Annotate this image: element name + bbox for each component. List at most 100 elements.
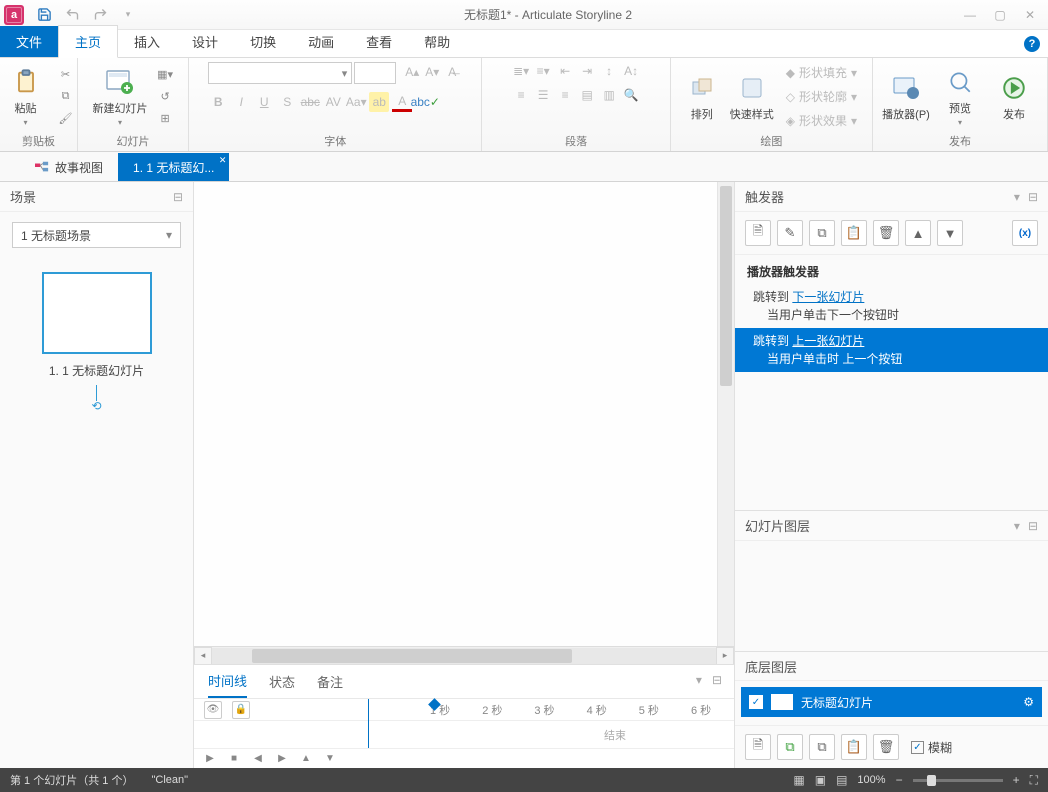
font-size-combo[interactable] bbox=[354, 62, 396, 84]
zoom-out-icon[interactable]: − bbox=[896, 773, 903, 787]
layers-undock-icon[interactable]: ⊟ bbox=[1028, 519, 1038, 533]
tab-notes[interactable]: 备注 bbox=[317, 666, 343, 697]
scroll-thumb[interactable] bbox=[252, 649, 572, 663]
zoom-slider[interactable] bbox=[913, 779, 1003, 782]
base-layer-row[interactable]: ✓ 无标题幻灯片 ⚙ bbox=[741, 687, 1042, 717]
bold-icon[interactable]: B bbox=[208, 92, 228, 112]
tab-animation[interactable]: 动画 bbox=[292, 26, 350, 57]
close-tab-icon[interactable]: ✕ bbox=[219, 155, 227, 166]
view-slideshow-icon[interactable]: ▤ bbox=[836, 773, 847, 787]
blur-checkbox[interactable]: ✓ 模糊 bbox=[911, 739, 952, 756]
lock-icon[interactable]: 🔒 bbox=[232, 701, 250, 719]
close-button[interactable]: ✕ bbox=[1016, 5, 1044, 25]
redo-icon[interactable] bbox=[88, 4, 112, 26]
font-family-combo[interactable]: ▾ bbox=[208, 62, 352, 84]
find-icon[interactable]: 🔍 bbox=[621, 86, 641, 104]
shape-outline-button[interactable]: ◇形状轮廓▾ bbox=[782, 86, 861, 107]
copy-icon[interactable]: ⧉ bbox=[55, 87, 77, 107]
columns-icon[interactable]: ▥ bbox=[599, 86, 619, 104]
bullets-icon[interactable]: ≣▾ bbox=[511, 62, 531, 80]
strike-icon[interactable]: abc bbox=[300, 92, 320, 112]
new-slide-button[interactable]: 新建幻灯片 ▾ bbox=[90, 64, 150, 130]
tab-view[interactable]: 查看 bbox=[350, 26, 408, 57]
reset-icon[interactable]: ↺ bbox=[154, 87, 176, 107]
tab-home[interactable]: 主页 bbox=[58, 25, 118, 58]
increase-font-icon[interactable]: A▴ bbox=[402, 62, 422, 82]
layer-visible-check[interactable]: ✓ bbox=[749, 695, 763, 709]
clear-format-icon[interactable]: A̶ bbox=[442, 62, 462, 82]
paste-button[interactable]: 粘贴 ▾ bbox=[1, 64, 51, 130]
tab-design[interactable]: 设计 bbox=[176, 26, 234, 57]
dup-layer-icon[interactable]: ⧉ bbox=[777, 734, 803, 760]
eye-icon[interactable]: 👁 bbox=[204, 701, 222, 719]
paste-layer-icon[interactable]: 📋 bbox=[841, 734, 867, 760]
move-fwd-icon[interactable]: ▶ bbox=[274, 752, 290, 766]
indent-left-icon[interactable]: ⇤ bbox=[555, 62, 575, 80]
shape-fill-button[interactable]: ◆形状填充▾ bbox=[782, 62, 861, 83]
play-icon[interactable]: ▶ bbox=[202, 752, 218, 766]
tab-current-slide[interactable]: 1. 1 无标题幻... ✕ bbox=[118, 153, 229, 181]
move-up-icon[interactable]: ▲ bbox=[905, 220, 931, 246]
text-direction-icon[interactable]: A↕ bbox=[621, 62, 641, 80]
tab-insert[interactable]: 插入 bbox=[118, 26, 176, 57]
timeline-body[interactable]: 结束 bbox=[194, 721, 734, 748]
italic-icon[interactable]: I bbox=[231, 92, 251, 112]
edit-trigger-icon[interactable]: ✎ bbox=[777, 220, 803, 246]
quick-styles-button[interactable]: 快速样式 bbox=[726, 64, 778, 130]
format-painter-icon[interactable]: 🖌 bbox=[55, 109, 77, 129]
qat-dropdown-icon[interactable]: ▾ bbox=[116, 4, 140, 26]
zoom-region-icon[interactable]: ⊞ bbox=[154, 109, 176, 129]
shape-effects-button[interactable]: ◈形状效果▾ bbox=[782, 110, 861, 131]
save-icon[interactable] bbox=[32, 4, 56, 26]
slide-canvas[interactable] bbox=[194, 182, 734, 646]
horizontal-scrollbar[interactable]: ◂ ▸ bbox=[194, 646, 734, 664]
spellcheck-icon[interactable]: abc✓ bbox=[415, 92, 435, 112]
zoom-in-icon[interactable]: + bbox=[1013, 773, 1020, 787]
trigger-next-link[interactable]: 下一张幻灯片 bbox=[792, 290, 864, 304]
stop-icon[interactable]: ■ bbox=[226, 752, 242, 766]
zoom-in-tl-icon[interactable]: ▼ bbox=[322, 752, 338, 766]
cut-icon[interactable]: ✂ bbox=[55, 65, 77, 85]
layer-settings-icon[interactable]: ⚙ bbox=[1023, 695, 1034, 709]
trigger-next[interactable]: 跳转到 下一张幻灯片 当用户单击下一个按钮时 bbox=[735, 284, 1048, 328]
decrease-font-icon[interactable]: A▾ bbox=[422, 62, 442, 82]
view-normal-icon[interactable]: ▣ bbox=[815, 773, 826, 787]
delete-layer-icon[interactable]: 🗑 bbox=[873, 734, 899, 760]
align-center-icon[interactable]: ☰ bbox=[533, 86, 553, 104]
minimize-button[interactable]: — bbox=[956, 5, 984, 25]
change-case-icon[interactable]: Aa▾ bbox=[346, 92, 366, 112]
align-left-icon[interactable]: ≡ bbox=[511, 86, 531, 104]
numbering-icon[interactable]: ≡▾ bbox=[533, 62, 553, 80]
triggers-undock-icon[interactable]: ⊟ bbox=[1028, 190, 1038, 204]
triggers-menu-icon[interactable]: ▾ bbox=[1014, 190, 1020, 204]
align-right-icon[interactable]: ≡ bbox=[555, 86, 575, 104]
tab-states[interactable]: 状态 bbox=[269, 666, 295, 697]
preview-button[interactable]: 预览 ▾ bbox=[935, 64, 985, 130]
move-down-icon[interactable]: ▼ bbox=[937, 220, 963, 246]
panel-undock-icon[interactable]: ⊟ bbox=[712, 673, 722, 687]
link-icon[interactable]: ⟲ bbox=[91, 399, 101, 413]
indent-right-icon[interactable]: ⇥ bbox=[577, 62, 597, 80]
scene-selector[interactable]: 1 无标题场景 ▾ bbox=[12, 222, 181, 248]
underline-icon[interactable]: U bbox=[254, 92, 274, 112]
trigger-prev-link[interactable]: 上一张幻灯片 bbox=[792, 334, 864, 348]
tab-transition[interactable]: 切换 bbox=[234, 26, 292, 57]
delete-trigger-icon[interactable]: 🗑 bbox=[873, 220, 899, 246]
panel-menu-icon[interactable]: ▾ bbox=[696, 673, 702, 687]
slide-thumbnail[interactable] bbox=[42, 272, 152, 354]
align-justify-icon[interactable]: ▤ bbox=[577, 86, 597, 104]
copy-layer-icon[interactable]: ⧉ bbox=[809, 734, 835, 760]
line-spacing-icon[interactable]: ↕ bbox=[599, 62, 619, 80]
tab-help[interactable]: 帮助 bbox=[408, 26, 466, 57]
scroll-left-icon[interactable]: ◂ bbox=[194, 647, 212, 665]
new-layer-icon[interactable]: 🗎 bbox=[745, 734, 771, 760]
layers-menu-icon[interactable]: ▾ bbox=[1014, 519, 1020, 533]
layout-icon[interactable]: ▦▾ bbox=[154, 65, 176, 85]
help-icon[interactable]: ? bbox=[1024, 36, 1040, 52]
publish-button[interactable]: 发布 bbox=[989, 64, 1039, 130]
undo-icon[interactable] bbox=[60, 4, 84, 26]
trigger-prev[interactable]: 跳转到 上一张幻灯片 当用户单击时 上一个按钮 bbox=[735, 328, 1048, 372]
fit-icon[interactable]: ⛶ bbox=[1030, 773, 1038, 788]
highlight-icon[interactable]: ab bbox=[369, 92, 389, 112]
variables-icon[interactable]: (x) bbox=[1012, 220, 1038, 246]
